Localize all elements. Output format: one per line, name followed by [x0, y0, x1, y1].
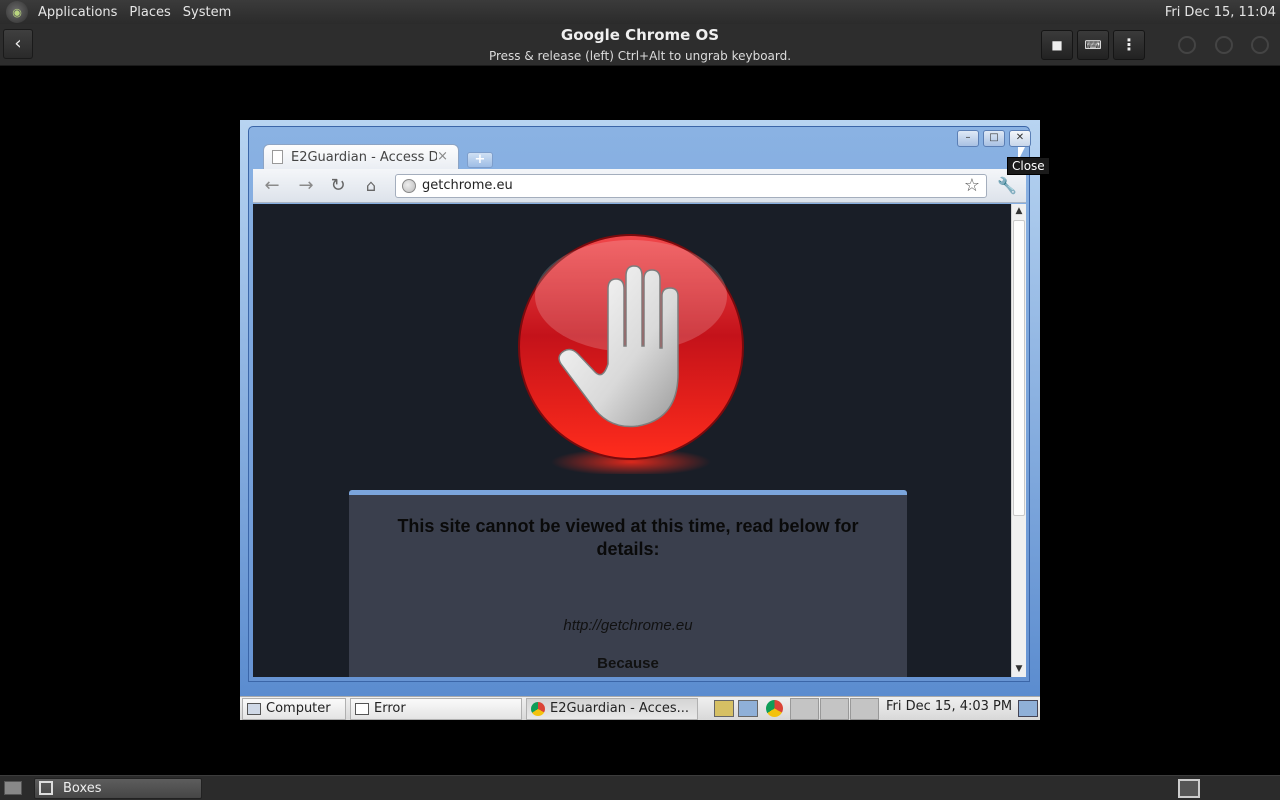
stop-hand-icon — [518, 234, 744, 474]
menu-applications[interactable]: Applications — [32, 5, 123, 20]
minimize-button[interactable]: – — [957, 130, 979, 147]
boxes-header-bar: ‹ Google Chrome OS Press & release (left… — [0, 24, 1280, 66]
stop-square-icon: ■ — [1051, 38, 1063, 52]
menu-places[interactable]: Places — [123, 5, 176, 20]
address-url[interactable]: getchrome.eu — [422, 178, 513, 193]
show-desktop-icon[interactable] — [4, 781, 22, 795]
vertical-dots-icon: ⋮ — [1121, 35, 1137, 54]
window-minimize-icon[interactable] — [1178, 36, 1196, 54]
because-label: Because — [597, 655, 659, 672]
close-icon: ✕ — [1015, 132, 1025, 143]
taskbar-error[interactable]: Error — [350, 698, 522, 720]
host-bottom-panel: Boxes — [0, 775, 1280, 800]
globe-icon — [402, 179, 416, 193]
host-clock[interactable]: Fri Dec 15, 11:04 — [1165, 5, 1280, 20]
home-icon[interactable]: ⌂ — [360, 175, 382, 197]
window-close-icon[interactable] — [1251, 36, 1269, 54]
address-bar[interactable]: getchrome.eu ☆ — [395, 174, 987, 198]
block-headline: This site cannot be viewed at this time,… — [397, 516, 859, 559]
host-top-panel: ◉ Applications Places System Fri Dec 15,… — [0, 0, 1280, 24]
page-viewport[interactable]: This site cannot be viewed at this time,… — [253, 204, 1011, 677]
reload-icon[interactable]: ↻ — [327, 175, 349, 197]
keyboard-icon: ⌨ — [1084, 38, 1102, 52]
page-icon — [272, 150, 283, 164]
taskbar-boxes-label: Boxes — [63, 781, 102, 796]
blocked-url: http://getchrome.eu — [563, 617, 693, 634]
taskbar-boxes[interactable]: Boxes — [34, 778, 202, 799]
taskbar-e2guardian-label: E2Guardian - Acces... — [550, 701, 690, 716]
scroll-up-icon[interactable]: ▲ — [1012, 204, 1026, 218]
guest-taskbar: Computer Error E2Guardian - Acces... Fri… — [240, 696, 1040, 720]
guest-clock[interactable]: Fri Dec 15, 4:03 PM — [886, 699, 1012, 714]
taskbar-computer-label: Computer — [266, 701, 331, 716]
wrench-menu-icon[interactable]: 🔧 — [995, 174, 1019, 198]
new-tab-button[interactable]: + — [467, 152, 493, 168]
page-scrollbar[interactable]: ▲ ▼ — [1011, 204, 1026, 677]
workspace-2[interactable] — [820, 698, 849, 720]
guest-screen[interactable]: – □ ✕ E2Guardian - Access D × + ← → ↻ ⌂ … — [240, 120, 1050, 720]
minimize-icon: – — [965, 132, 971, 143]
tab-e2guardian[interactable]: E2Guardian - Access D × — [263, 144, 459, 170]
menu-system[interactable]: System — [177, 5, 237, 20]
taskbar-e2guardian[interactable]: E2Guardian - Acces... — [526, 698, 698, 720]
distro-logo-icon[interactable]: ◉ — [6, 1, 28, 23]
show-desktop-icon[interactable] — [1018, 700, 1038, 717]
properties-menu-button[interactable]: ⋮ — [1113, 30, 1145, 60]
maximize-icon: □ — [989, 132, 999, 143]
computer-icon — [247, 702, 261, 715]
back-nav-icon[interactable]: ← — [261, 175, 283, 197]
stop-button[interactable]: ■ — [1041, 30, 1073, 60]
scroll-down-icon[interactable]: ▼ — [1012, 662, 1026, 676]
window-icon — [355, 702, 369, 715]
taskbar-computer[interactable]: Computer — [242, 698, 346, 720]
workspace-switcher-icon[interactable] — [1178, 779, 1200, 798]
window-maximize-icon[interactable] — [1215, 36, 1233, 54]
chrome-window: – □ ✕ E2Guardian - Access D × + ← → ↻ ⌂ … — [248, 126, 1050, 682]
forward-nav-icon[interactable]: → — [295, 175, 317, 197]
bookmark-star-icon[interactable]: ☆ — [964, 175, 980, 196]
boxes-app-icon — [39, 781, 53, 795]
tab-title: E2Guardian - Access D — [291, 150, 437, 165]
taskbar-error-label: Error — [374, 701, 406, 716]
tray-monitor-icon[interactable] — [714, 700, 734, 717]
keyboard-button[interactable]: ⌨ — [1077, 30, 1109, 60]
close-button[interactable]: ✕ — [1009, 130, 1031, 147]
close-tooltip: Close — [1007, 157, 1050, 175]
tray-chrome-icon[interactable] — [766, 700, 783, 717]
scroll-thumb[interactable] — [1013, 220, 1025, 516]
tray-network-icon[interactable] — [738, 700, 758, 717]
workspace-3[interactable] — [850, 698, 879, 720]
block-message-panel: This site cannot be viewed at this time,… — [349, 490, 907, 677]
workspace-1[interactable] — [790, 698, 819, 720]
browser-toolbar: ← → ↻ ⌂ getchrome.eu ☆ 🔧 — [253, 169, 1026, 203]
maximize-button[interactable]: □ — [983, 130, 1005, 147]
chrome-icon — [531, 701, 545, 716]
tab-close-icon[interactable]: × — [437, 149, 448, 164]
